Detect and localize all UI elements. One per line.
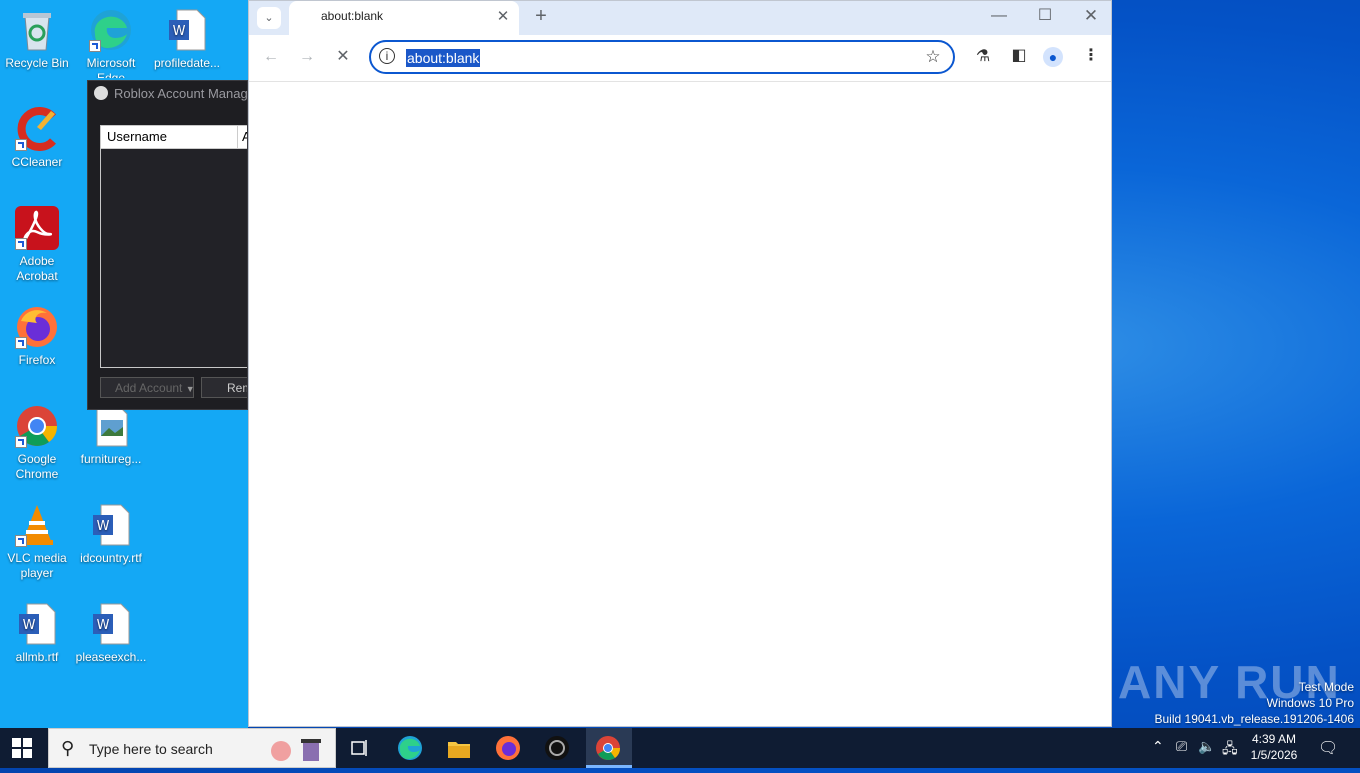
acrobat-icon: [15, 206, 59, 250]
desktop-icon-firefox[interactable]: Firefox: [0, 305, 74, 368]
search-placeholder: Type here to search: [89, 741, 213, 757]
desktop-icon-ccleaner[interactable]: CCleaner: [0, 107, 74, 170]
back-icon[interactable]: ←: [261, 48, 281, 66]
desktop-icon-pleaseexch[interactable]: W pleaseexch...: [74, 602, 148, 665]
icon-label: profiledate...: [153, 56, 221, 70]
menu-dots-icon[interactable]: ⋮: [1081, 47, 1101, 65]
icon-label: furnitureg...: [80, 452, 142, 466]
account-list[interactable]: Username Al: [100, 125, 247, 368]
icon-label: CCleaner: [11, 155, 63, 169]
side-panel-icon[interactable]: ◧: [1009, 47, 1029, 65]
test-mode-watermark: Test Mode Windows 10 Pro Build 19041.vb_…: [1155, 679, 1355, 727]
labs-flask-icon[interactable]: ⚗: [973, 48, 993, 66]
task-view-icon[interactable]: [346, 734, 374, 762]
forward-icon[interactable]: →: [297, 48, 317, 66]
meet-now-icon[interactable]: ⎚: [1176, 738, 1187, 755]
volume-icon[interactable]: 🔈: [1198, 738, 1215, 755]
svg-text:W: W: [97, 519, 110, 534]
clock-date: 1/5/2026: [1250, 748, 1298, 762]
icon-label: allmb.rtf: [15, 650, 59, 664]
tab-strip: ⌄ about:blank ✕ + — ☐ ✕: [249, 1, 1111, 35]
chrome-window[interactable]: ⌄ about:blank ✕ + — ☐ ✕ ← → ✕ i about:bl…: [248, 0, 1112, 727]
watermark-line3: Build 19041.vb_release.191206-1406: [1154, 712, 1355, 726]
toolbar: ← → ✕ i about:blank ☆ ⚗ ◧ ● ⋮: [249, 35, 1111, 82]
ccleaner-icon: [15, 107, 59, 151]
watermark-line2: Windows 10 Pro: [1266, 696, 1354, 710]
edge-icon: [89, 8, 133, 52]
desktop-icon-furnitureg[interactable]: furnitureg...: [74, 404, 148, 467]
icon-label: Recycle Bin: [5, 56, 69, 70]
stop-loading-icon[interactable]: ✕: [333, 48, 353, 66]
column-username[interactable]: Username: [107, 126, 167, 148]
chevron-up-icon[interactable]: ⌃: [1152, 738, 1164, 755]
desktop-icon-idcountry[interactable]: W idcountry.rtf: [74, 503, 148, 566]
word-document-icon: W: [165, 8, 209, 52]
clock-time: 4:39 AM: [1251, 732, 1297, 746]
svg-text:W: W: [173, 24, 186, 39]
word-document-icon: W: [15, 602, 59, 646]
site-info-icon[interactable]: i: [379, 48, 395, 64]
vlc-icon: [15, 503, 59, 547]
profile-avatar-icon[interactable]: ●: [1043, 47, 1063, 67]
icon-label: Firefox: [18, 353, 56, 367]
watermark-line1: Test Mode: [1298, 680, 1354, 694]
address-bar[interactable]: i about:blank ☆: [369, 40, 955, 74]
window-title: Roblox Account Manager: [94, 86, 247, 101]
windows-start-icon[interactable]: [12, 738, 32, 758]
firefox-taskbar-icon[interactable]: [494, 734, 522, 762]
tab-about-blank[interactable]: about:blank ✕: [289, 1, 519, 35]
icon-label: VLC media player: [7, 551, 67, 580]
url-text[interactable]: about:blank: [406, 49, 481, 67]
icon-label: idcountry.rtf: [80, 551, 142, 565]
svg-text:W: W: [23, 618, 36, 633]
icon-label: Microsoft Edge: [86, 56, 136, 78]
tab-title: about:blank: [321, 9, 384, 23]
edge-taskbar-icon[interactable]: [396, 734, 424, 762]
minimize-icon[interactable]: —: [989, 7, 1009, 25]
chevron-down-icon: ⌄: [264, 12, 274, 24]
word-document-icon: W: [89, 602, 133, 646]
desktop-icon-edge[interactable]: Microsoft Edge: [74, 8, 148, 78]
dropdown-arrow-icon: ▼: [185, 384, 194, 394]
search-highlight-image: [261, 733, 331, 765]
word-document-icon: W: [89, 503, 133, 547]
desktop-icon-google-chrome[interactable]: Google Chrome: [0, 404, 74, 482]
clock[interactable]: 4:39 AM 1/5/2026: [1248, 731, 1300, 763]
desktop-icon-adobe-acrobat[interactable]: Adobe Acrobat: [0, 206, 74, 284]
taskbar: ⚲ Type here to search ⌃ ⎚ 🔈 🖧 4:39 AM 1/…: [0, 728, 1360, 768]
roblox-manager-taskbar-icon[interactable]: [543, 734, 571, 762]
list-header: Username Al: [101, 126, 247, 149]
remove-button[interactable]: Rem: [201, 377, 247, 398]
notification-icon[interactable]: 🗨: [1318, 738, 1338, 758]
icon-label: pleaseexch...: [75, 650, 147, 664]
column-alias[interactable]: Al: [237, 126, 247, 148]
chrome-icon: [15, 404, 59, 448]
svg-text:W: W: [97, 618, 110, 633]
desktop-icon-recycle-bin[interactable]: Recycle Bin: [0, 8, 74, 71]
tab-search-button[interactable]: ⌄: [257, 7, 281, 29]
close-window-icon[interactable]: ✕: [1081, 7, 1101, 25]
desktop-icon-profiledate[interactable]: W profiledate...: [150, 8, 224, 71]
network-icon[interactable]: 🖧: [1222, 738, 1238, 762]
icon-label: Adobe Acrobat: [16, 254, 58, 283]
icon-label: Google Chrome: [15, 452, 59, 481]
file-explorer-icon[interactable]: [445, 734, 473, 762]
taskbar-search-box[interactable]: ⚲ Type here to search: [48, 728, 336, 768]
recycle-bin-icon: [15, 8, 59, 52]
chrome-taskbar-icon[interactable]: [586, 728, 632, 768]
firefox-icon: [15, 305, 59, 349]
search-icon: ⚲: [61, 738, 75, 758]
desktop-icon-allmb[interactable]: W allmb.rtf: [0, 602, 74, 665]
page-content: [249, 82, 1111, 726]
roblox-account-manager-window[interactable]: Roblox Account Manager Username Al Add A…: [87, 80, 248, 410]
maximize-icon[interactable]: ☐: [1035, 7, 1055, 25]
bookmark-star-icon[interactable]: ☆: [923, 48, 943, 66]
roblox-logo-icon: [94, 86, 108, 100]
desktop-icon-vlc[interactable]: VLC media player: [0, 503, 74, 581]
new-tab-icon[interactable]: +: [531, 6, 551, 26]
image-file-icon: [89, 404, 133, 448]
add-account-button[interactable]: Add Account ▼: [100, 377, 194, 398]
close-tab-icon[interactable]: ✕: [495, 8, 511, 26]
